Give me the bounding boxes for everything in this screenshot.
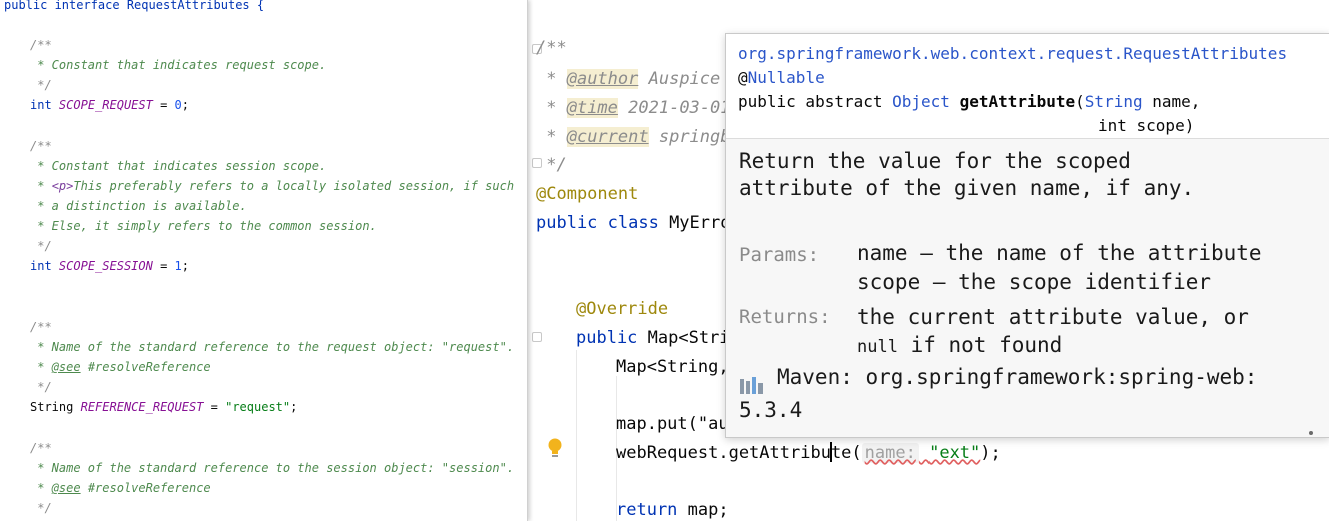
returns-label: Returns: — [739, 306, 831, 328]
javadoc-source-panel: public interface RequestAttributes { /**… — [0, 0, 528, 521]
doc-comment-close: */ — [30, 78, 52, 92]
doc-comment-line: * Name of the standard reference to the … — [30, 461, 515, 475]
doc-comment-open: /** — [30, 139, 52, 153]
override-annotation: @Override — [576, 299, 669, 319]
field-scope-request[interactable]: int SCOPE_REQUEST = 0; — [30, 97, 189, 113]
nullable-annotation: @Nullable — [738, 68, 825, 87]
error-highlight: name: "ext" — [861, 443, 980, 463]
doc-see-line: * @see #resolveReference — [30, 360, 211, 374]
qualified-class-link[interactable]: org.springframework.web.context.request.… — [738, 42, 1287, 66]
doc-comment-open: /** — [30, 38, 52, 52]
params-label: Params: — [739, 244, 820, 266]
more-options-icon[interactable] — [1308, 429, 1314, 437]
signature-line: public abstract Object getAttribute(Stri… — [738, 92, 1201, 111]
param-type-link[interactable]: String — [1085, 92, 1143, 111]
maven-version: 5.3.4 — [739, 398, 803, 422]
class-doc-close: */ — [536, 155, 567, 175]
documentation-popup[interactable]: org.springframework.web.context.request.… — [725, 33, 1329, 438]
param-name: name – the name of the attribute — [857, 241, 1262, 265]
doc-time-line: * @time 2021-03-01 — [536, 98, 731, 118]
doc-see-line: * @see #resolveReference — [30, 481, 211, 495]
field-reference-request[interactable]: String REFERENCE_REQUEST = "request"; — [30, 399, 297, 415]
method-declaration[interactable]: public Map<Stri — [576, 326, 730, 350]
fold-marker[interactable] — [532, 332, 542, 342]
interface-declaration: public interface RequestAttributes { — [4, 0, 265, 12]
doc-current-line: * @current springb — [536, 127, 731, 147]
field-scope-session[interactable]: int SCOPE_SESSION = 1; — [30, 258, 189, 274]
param-scope: scope – the scope identifier — [857, 270, 1212, 294]
class-doc-open: /** — [536, 38, 567, 58]
return-type-link[interactable]: Object — [892, 92, 950, 111]
doc-author-line: * @author Auspice — [536, 69, 721, 89]
component-annotation: @Component — [536, 184, 639, 204]
documentation-body: Return the value for the scoped attribut… — [726, 139, 1329, 437]
doc-comment-open: /** — [30, 320, 52, 334]
doc-comment-line: * Constant that indicates request scope. — [30, 58, 327, 72]
method-signature: org.springframework.web.context.request.… — [726, 34, 1329, 139]
doc-comment-open: /** — [30, 441, 52, 455]
signature-line-2: int scope) — [1098, 116, 1195, 135]
doc-comment-line: * <p>This preferably refers to a locally… — [30, 179, 515, 193]
description-line: attribute of the given name, if any. — [739, 176, 1195, 200]
return-line[interactable]: return map; — [616, 498, 729, 521]
maven-library-icon — [740, 377, 763, 394]
doc-comment-close: */ — [30, 239, 52, 253]
maven-coordinates: Maven: org.springframework:spring-web: — [777, 365, 1258, 389]
indent-guide — [576, 350, 577, 521]
class-declaration[interactable]: public class MyErro — [536, 211, 730, 235]
get-attribute-call-line[interactable]: webRequest.getAttribute(name: "ext"); — [616, 441, 1001, 465]
returns-line: null if not found — [857, 333, 1063, 357]
doc-comment-line: * Else, it simply refers to the common s… — [30, 219, 377, 233]
doc-comment-line: * Name of the standard reference to the … — [30, 340, 515, 354]
doc-comment-close: */ — [30, 501, 52, 515]
description-line: Return the value for the scoped — [739, 149, 1131, 173]
map-put-line[interactable]: map.put("au — [616, 412, 729, 436]
doc-comment-line: * a distinction is available. — [30, 199, 247, 213]
lightbulb-icon[interactable] — [548, 438, 562, 460]
parameter-name-hint: name: — [861, 443, 919, 463]
doc-comment-line: * Constant that indicates session scope. — [30, 159, 327, 173]
returns-line: the current attribute value, or — [857, 305, 1249, 329]
doc-comment-close: */ — [30, 380, 52, 394]
map-declaration-line[interactable]: Map<String, — [616, 355, 729, 379]
